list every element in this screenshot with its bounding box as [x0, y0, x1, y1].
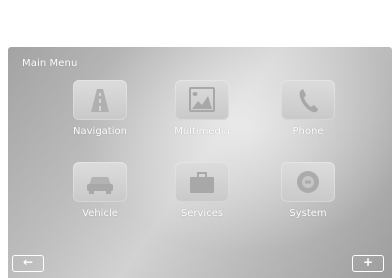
main-menu-screen: Main Menu Navigation Multimedia Phone Ve… [8, 47, 392, 278]
menu-item-label: Phone [292, 126, 324, 137]
screen-title: Main Menu [22, 58, 78, 69]
vehicle-icon [73, 162, 127, 202]
phone-icon [281, 80, 335, 120]
menu-item-vehicle[interactable]: Vehicle [45, 162, 155, 224]
menu-item-system[interactable]: System [253, 162, 363, 224]
multimedia-icon [175, 80, 229, 120]
menu-item-label: Vehicle [82, 208, 118, 219]
add-button[interactable]: + [352, 255, 384, 272]
menu-item-navigation[interactable]: Navigation [45, 80, 155, 142]
menu-item-multimedia[interactable]: Multimedia [147, 80, 257, 142]
back-arrow-icon: ← [22, 255, 34, 269]
menu-item-phone[interactable]: Phone [253, 80, 363, 142]
navigation-road-icon [73, 80, 127, 120]
menu-item-label: Multimedia [174, 126, 230, 137]
menu-item-label: System [289, 208, 327, 219]
back-button[interactable]: ← [12, 255, 44, 272]
menu-item-label: Services [180, 208, 224, 219]
menu-item-services[interactable]: Services [147, 162, 257, 224]
system-icon [281, 162, 335, 202]
services-icon [175, 162, 229, 202]
plus-icon: + [362, 255, 374, 269]
menu-item-label: Navigation [73, 126, 127, 137]
